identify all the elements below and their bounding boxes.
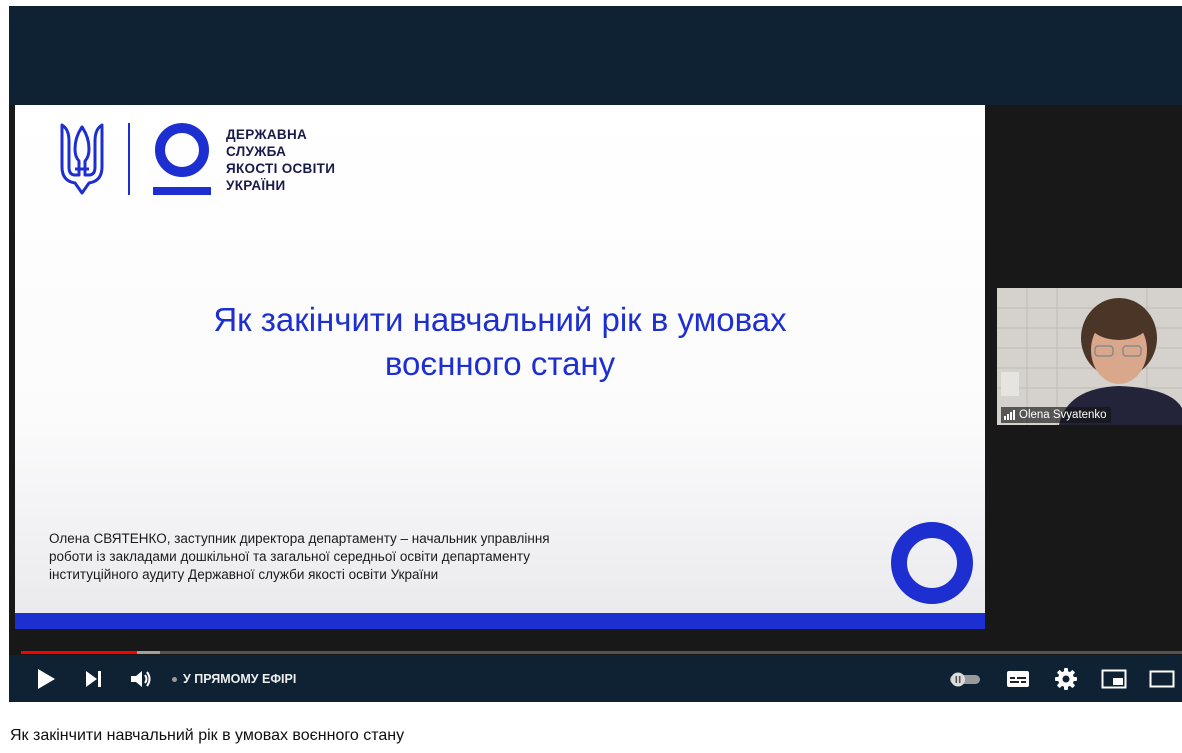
next-icon xyxy=(86,671,101,687)
live-label: У ПРЯМОМУ ЕФІРІ xyxy=(183,672,297,686)
service-logo-icon xyxy=(153,123,211,195)
autoplay-toggle[interactable] xyxy=(947,656,983,702)
miniplayer-icon xyxy=(1101,669,1127,689)
subtitles-icon xyxy=(1007,671,1029,687)
subtitles-button[interactable] xyxy=(1003,656,1033,702)
progress-bar[interactable] xyxy=(21,651,1182,654)
ring-logo-icon xyxy=(891,522,973,604)
progress-played xyxy=(21,651,138,654)
presentation-slide: ДЕРЖАВНА СЛУЖБА ЯКОСТІ ОСВІТИ УКРАЇНИ Як… xyxy=(15,105,985,629)
presenter-info: Олена СВЯТЕНКО, заступник директора депа… xyxy=(49,531,550,582)
live-dot-icon xyxy=(172,676,177,682)
logo-divider xyxy=(128,123,130,195)
participant-name: Olena Svyatenko xyxy=(1019,409,1107,421)
participant-video xyxy=(997,288,1182,425)
webcam-overlay: Olena Svyatenko xyxy=(997,288,1182,425)
mute-button[interactable] xyxy=(126,656,156,702)
slide-footer-bar xyxy=(15,613,985,629)
signal-strength-icon xyxy=(1004,410,1015,420)
next-button[interactable] xyxy=(79,656,109,702)
player-controls: У ПРЯМОМУ ЕФІРІ xyxy=(9,656,1182,702)
video-title: Як закінчити навчальний рік в умовах воє… xyxy=(10,727,405,744)
volume-icon xyxy=(131,671,151,687)
settings-button[interactable] xyxy=(1051,656,1081,702)
organization-name: ДЕРЖАВНА СЛУЖБА ЯКОСТІ ОСВІТИ УКРАЇНИ xyxy=(226,127,336,193)
autoplay-toggle-icon xyxy=(950,672,980,687)
theater-mode-button[interactable] xyxy=(1147,656,1177,702)
slide-title: Як закінчити навчальний рік в умовах воє… xyxy=(213,301,787,382)
live-indicator[interactable]: У ПРЯМОМУ ЕФІРІ xyxy=(172,656,296,702)
theater-mode-icon xyxy=(1149,670,1175,688)
gear-icon xyxy=(1055,668,1077,690)
miniplayer-button[interactable] xyxy=(1099,656,1129,702)
play-icon xyxy=(38,669,55,689)
play-button[interactable] xyxy=(31,656,61,702)
video-player[interactable]: ДЕРЖАВНА СЛУЖБА ЯКОСТІ ОСВІТИ УКРАЇНИ Як… xyxy=(9,6,1182,702)
participant-label: Olena Svyatenko xyxy=(1001,407,1111,423)
trident-emblem-icon xyxy=(60,123,104,195)
